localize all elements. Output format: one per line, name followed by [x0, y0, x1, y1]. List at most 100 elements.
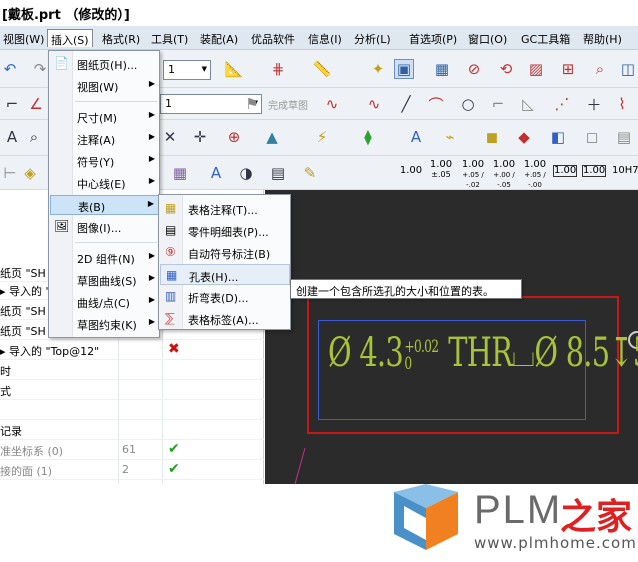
tolerance-style-3[interactable]: 1.00 +.05 / -.02: [460, 160, 486, 190]
table-icon[interactable]: ▦: [170, 163, 190, 183]
paint-icon[interactable]: ✎: [300, 163, 320, 183]
extrude-icon[interactable]: ◧: [548, 127, 568, 147]
menu-insert[interactable]: 插入(S): [47, 29, 93, 47]
hole-callout[interactable]: Ø 4.3+0.020 THR⌴Ø 8.5↧5: [328, 330, 638, 376]
table-row[interactable]: 记录: [0, 420, 264, 440]
menu-analysis[interactable]: 分析(L): [351, 29, 394, 47]
tolerance-style-7[interactable]: 1.00: [582, 165, 606, 177]
menu-item-table[interactable]: 表(B) ▶: [50, 195, 159, 215]
menu-item-image[interactable]: 🖼 图像(I)...: [50, 217, 159, 237]
tolerance-style-2[interactable]: 1.00 ±.05: [428, 160, 454, 180]
break-view-icon[interactable]: ⊞: [558, 59, 578, 79]
menu-youpin[interactable]: 优品软件: [248, 29, 298, 47]
abd-icon[interactable]: ◈: [20, 163, 40, 183]
dimension-style-icon[interactable]: 📐: [224, 59, 244, 79]
table-row[interactable]: [0, 400, 264, 420]
undo-icon[interactable]: ↶: [0, 59, 20, 79]
measure-icon[interactable]: ⊢: [0, 163, 20, 183]
menu-view[interactable]: 视图(W): [0, 29, 47, 47]
tolerance-style-1[interactable]: 1.00: [398, 166, 424, 176]
ruler-icon[interactable]: 📏: [312, 59, 332, 79]
display-sheet-icon[interactable]: ▣: [394, 59, 414, 79]
menu-window[interactable]: 窗口(O): [465, 29, 510, 47]
menu-item-bend-table[interactable]: ▥ 折弯表(D)...: [160, 286, 290, 307]
fillet-icon[interactable]: ⌐: [488, 94, 508, 114]
bend-table-icon: ▥: [165, 289, 177, 303]
profile-icon[interactable]: ∿: [322, 94, 342, 114]
new-sheet-icon[interactable]: ✦: [368, 59, 388, 79]
angle-icon[interactable]: ∠: [26, 94, 46, 114]
view-icon[interactable]: ▦: [432, 59, 452, 79]
menu-item-tabular-note[interactable]: ▦ 表格注释(T)...: [160, 198, 290, 219]
table-submenu: ▦ 表格注释(T)... ▤ 零件明细表(P)... ⑨ 自动符号标注(B) ▦ 孔表(…: [158, 194, 291, 330]
menu-item-2d-component[interactable]: 2D 组件(N) ▶: [50, 248, 159, 268]
menu-tools[interactable]: 工具(T): [148, 29, 191, 47]
menu-gc-toolbox[interactable]: GC工具箱: [518, 29, 573, 47]
note-icon[interactable]: A: [406, 127, 426, 147]
block-icon[interactable]: ◼: [482, 127, 502, 147]
check-icon: ✔: [168, 461, 180, 477]
image-view-icon[interactable]: ▲: [262, 127, 282, 147]
cube-icon[interactable]: ◻: [582, 127, 602, 147]
menu-item-drawing-sheet[interactable]: 📄 图纸页(H)...: [50, 54, 159, 74]
line-icon[interactable]: ╱: [396, 94, 416, 114]
snap-icon[interactable]: ⌐: [2, 94, 22, 114]
menu-info[interactable]: 信息(I): [305, 29, 345, 47]
menu-assembly[interactable]: 装配(A): [197, 29, 241, 47]
tolerance-style-6[interactable]: 1.00: [553, 165, 577, 177]
pie-icon[interactable]: ◑: [236, 163, 256, 183]
redo-icon[interactable]: ↷: [30, 59, 50, 79]
brush-icon[interactable]: ⌁: [440, 127, 460, 147]
studio-spline-icon[interactable]: ∿: [364, 94, 384, 114]
menu-help[interactable]: 帮助(H): [580, 29, 625, 47]
feature-icon[interactable]: ◆: [514, 127, 534, 147]
hatch-icon[interactable]: ▨: [526, 59, 546, 79]
menu-item-parts-list[interactable]: ▤ 零件明细表(P)...: [160, 220, 290, 241]
scale-combo[interactable]: 1: [163, 60, 211, 80]
table-row[interactable]: 式: [0, 380, 264, 400]
plus-icon[interactable]: ＋: [584, 94, 604, 114]
notepad-icon[interactable]: ▤: [268, 163, 288, 183]
table-row[interactable]: 准坐标系 (0) 61 ✔: [0, 440, 264, 460]
chamfer-icon[interactable]: ◺: [518, 94, 538, 114]
detail-view-icon[interactable]: ⌕: [590, 59, 610, 79]
tolerance-style-4[interactable]: 1.00 +.00 / -.05: [491, 160, 517, 190]
menu-item-dimension[interactable]: 尺寸(M) ▶: [50, 107, 159, 127]
menu-item-centerline[interactable]: 中心线(E) ▶: [50, 173, 159, 193]
symbol-icon[interactable]: ⧫: [358, 127, 378, 147]
menu-item-hole-table[interactable]: ▦ 孔表(H)...: [160, 264, 290, 285]
menu-item-sketch-constraint[interactable]: 草图约束(K) ▶: [50, 314, 159, 334]
text-leader-icon[interactable]: A: [206, 163, 226, 183]
grid-icon[interactable]: ⋕: [268, 59, 288, 79]
tolerance-style-5[interactable]: 1.00 +.05 / -.00: [522, 160, 548, 190]
menu-item-view[interactable]: 视图(W) ▶: [50, 76, 159, 96]
update-view-icon[interactable]: ⟲: [496, 59, 516, 79]
text-icon[interactable]: A: [2, 127, 22, 147]
offset-icon[interactable]: ⌇: [612, 94, 632, 114]
finish-sketch-label[interactable]: 完成草图: [268, 97, 308, 112]
finish-sketch-icon[interactable]: ⚑: [242, 94, 262, 114]
point-icon[interactable]: ⋰: [552, 94, 572, 114]
menu-item-curve-point[interactable]: 曲线/点(C) ▶: [50, 292, 159, 312]
arc-icon[interactable]: ⌒: [426, 94, 446, 114]
menu-preferences[interactable]: 首选项(P): [406, 29, 460, 47]
menu-item-symbol[interactable]: 符号(Y) ▶: [50, 151, 159, 171]
zoom-icon[interactable]: ⌕: [24, 127, 44, 147]
table-row[interactable]: 时: [0, 360, 264, 380]
weld-icon[interactable]: ⚡: [312, 127, 332, 147]
projected-view-icon[interactable]: ◫: [618, 59, 638, 79]
menu-item-table-label[interactable]: ⅀ 表格标签(A)...: [160, 308, 290, 329]
table-row[interactable]: ▸ 导入的 "Top@12" ✖: [0, 340, 264, 360]
table-row[interactable]: 接的面 (1) 2 ✔: [0, 460, 264, 480]
menu-item-sketch-curve[interactable]: 草图曲线(S) ▶: [50, 270, 159, 290]
circle-icon[interactable]: ○: [458, 94, 478, 114]
tolerance-style-fit[interactable]: 10H7: [612, 166, 638, 176]
section-icon[interactable]: ⊘: [464, 59, 484, 79]
target-icon[interactable]: ⊕: [224, 127, 244, 147]
menu-item-annotation[interactable]: 注释(A) ▶: [50, 129, 159, 149]
centermark-icon[interactable]: ✛: [190, 127, 210, 147]
settings-icon[interactable]: ▤: [614, 127, 634, 147]
menu-item-auto-balloon[interactable]: ⑨ 自动符号标注(B): [160, 242, 290, 263]
cross-icon[interactable]: ✕: [160, 127, 180, 147]
menu-format[interactable]: 格式(R): [99, 29, 143, 47]
